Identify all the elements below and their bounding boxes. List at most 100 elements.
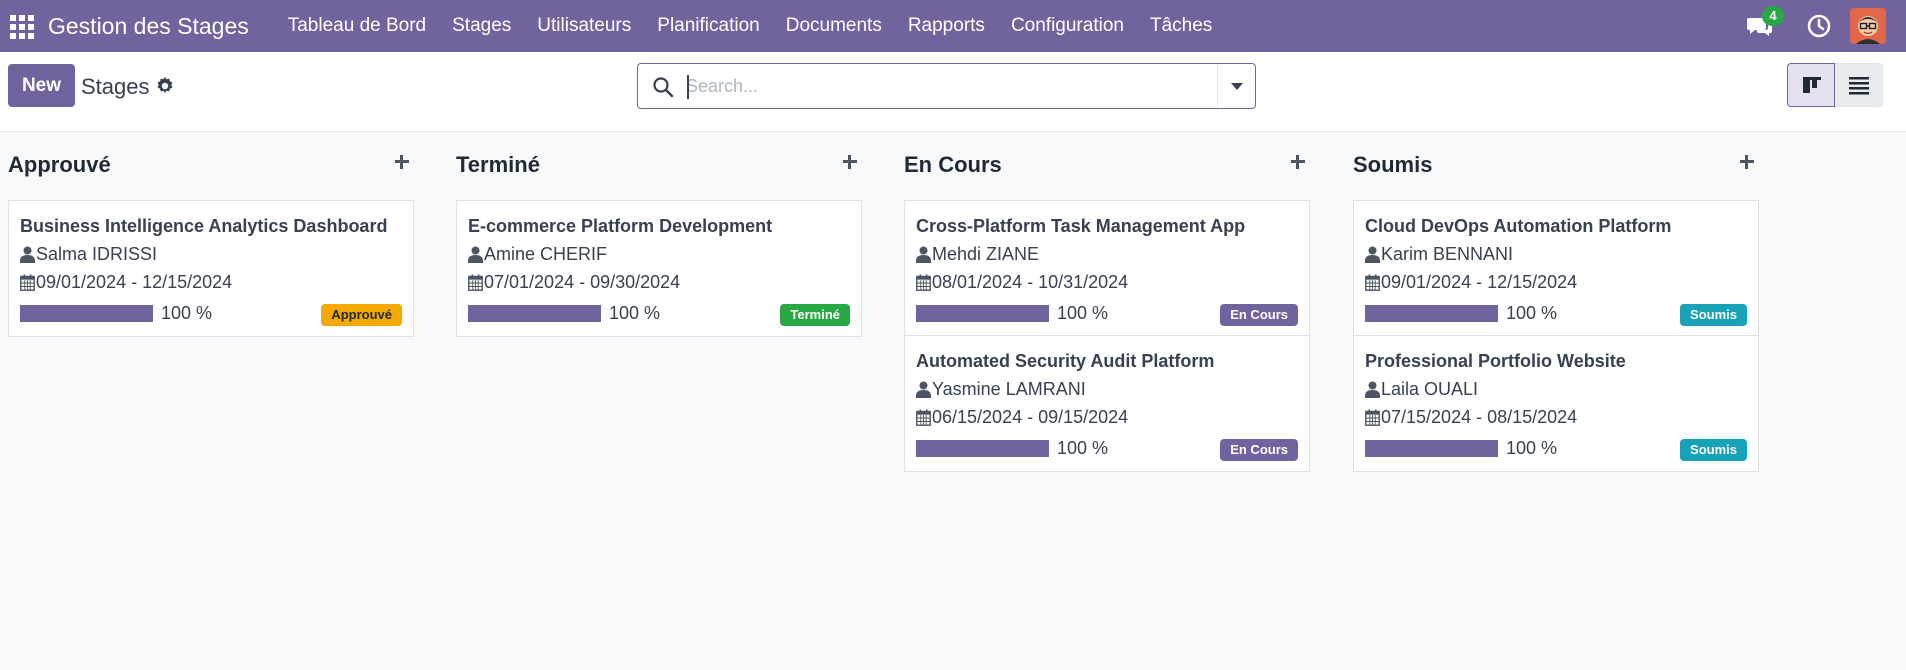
card-title: Professional Portfolio Website	[1365, 351, 1626, 371]
card-dates: 08/01/2024 - 10/31/2024	[916, 272, 1128, 293]
list-view-button[interactable]	[1835, 63, 1883, 107]
card-date-range: 08/01/2024 - 10/31/2024	[932, 272, 1129, 292]
progress-bar: 100 %	[1365, 438, 1557, 459]
menu-item-stages[interactable]: Stages	[439, 15, 524, 37]
search-input[interactable]	[686, 72, 1186, 100]
user-avatar[interactable]	[1850, 8, 1886, 44]
user-icon	[468, 246, 483, 263]
kanban-view-button[interactable]	[1787, 63, 1835, 107]
column-title: Terminé	[456, 152, 540, 177]
calendar-icon	[916, 274, 931, 291]
status-badge: Approuvé	[321, 304, 402, 326]
kanban-board: Approuvé Business Intelligence Analytics…	[0, 132, 1906, 670]
menu-item-documents[interactable]: Documents	[773, 15, 895, 37]
clock-icon[interactable]	[1806, 13, 1832, 39]
card-title: Business Intelligence Analytics Dashboar…	[20, 216, 388, 236]
progress-label: 100 %	[1506, 303, 1558, 323]
control-panel: New Stages	[0, 52, 1906, 132]
navbar-right: 4	[1746, 0, 1906, 52]
kanban-card[interactable]: Cloud DevOps Automation Platform Karim B…	[1354, 201, 1758, 336]
progress-bar: 100 %	[1365, 303, 1557, 324]
column-cards: Business Intelligence Analytics Dashboar…	[8, 200, 414, 337]
calendar-icon	[916, 409, 931, 426]
menu-item-taches[interactable]: Tâches	[1137, 15, 1225, 37]
card-user-name: Mehdi ZIANE	[932, 244, 1040, 264]
card-user-name: Karim BENNANI	[1381, 244, 1514, 264]
chat-count-badge: 4	[1762, 6, 1784, 26]
progress-label: 100 %	[1057, 438, 1109, 458]
calendar-icon	[1365, 274, 1380, 291]
card-date-range: 07/15/2024 - 08/15/2024	[1381, 407, 1578, 427]
card-user-name: Yasmine LAMRANI	[932, 379, 1086, 399]
view-switcher	[1787, 63, 1883, 107]
card-user-name: Amine CHERIF	[484, 244, 608, 264]
search-icon	[652, 76, 674, 98]
card-date-range: 07/01/2024 - 09/30/2024	[484, 272, 681, 292]
progress-bar: 100 %	[20, 303, 212, 324]
apps-grid-icon[interactable]	[8, 13, 34, 39]
column-cards: Cloud DevOps Automation Platform Karim B…	[1353, 200, 1759, 472]
add-card-icon[interactable]	[390, 150, 414, 174]
column-title: En Cours	[904, 152, 1002, 177]
progress-fill	[1365, 305, 1498, 322]
progress-fill	[916, 440, 1049, 457]
progress-fill	[20, 305, 153, 322]
kanban-card[interactable]: Professional Portfolio Website Laila OUA…	[1354, 336, 1758, 471]
card-user: Amine CHERIF	[468, 244, 607, 265]
app-brand[interactable]: Gestion des Stages	[48, 13, 249, 40]
page-title: Stages	[81, 74, 150, 99]
card-user: Salma IDRISSI	[20, 244, 157, 265]
kanban-card[interactable]: Automated Security Audit Platform Yasmin…	[905, 336, 1309, 471]
calendar-icon	[20, 274, 35, 291]
status-badge: Terminé	[780, 304, 850, 326]
search-box[interactable]	[637, 63, 1256, 109]
card-title: Automated Security Audit Platform	[916, 351, 1215, 371]
status-badge: En Cours	[1220, 439, 1298, 461]
progress-fill	[1365, 440, 1498, 457]
menu-item-planification[interactable]: Planification	[644, 15, 772, 37]
add-card-icon[interactable]	[1286, 150, 1310, 174]
user-icon	[916, 246, 931, 263]
card-title: Cloud DevOps Automation Platform	[1365, 216, 1672, 236]
list-view-icon	[1849, 77, 1869, 95]
progress-label: 100 %	[609, 303, 661, 323]
progress-bar: 100 %	[916, 303, 1108, 324]
kanban-card[interactable]: Cross-Platform Task Management App Mehdi…	[905, 201, 1309, 336]
progress-label: 100 %	[1506, 438, 1558, 458]
kanban-card[interactable]: Business Intelligence Analytics Dashboar…	[9, 201, 413, 336]
status-badge: Soumis	[1680, 439, 1747, 461]
card-dates: 07/15/2024 - 08/15/2024	[1365, 407, 1577, 428]
card-dates: 07/01/2024 - 09/30/2024	[468, 272, 680, 293]
column-cards: E-commerce Platform Development Amine CH…	[456, 200, 862, 337]
calendar-icon	[1365, 409, 1380, 426]
user-icon	[1365, 246, 1380, 263]
progress-bar: 100 %	[468, 303, 660, 324]
gear-icon[interactable]	[155, 76, 175, 96]
menu-item-rapports[interactable]: Rapports	[895, 15, 998, 37]
card-dates: 09/01/2024 - 12/15/2024	[1365, 272, 1577, 293]
status-badge: Soumis	[1680, 304, 1747, 326]
search-options-dropdown[interactable]	[1217, 64, 1255, 108]
card-user: Laila OUALI	[1365, 379, 1478, 400]
card-user-name: Salma IDRISSI	[36, 244, 158, 264]
card-user: Mehdi ZIANE	[916, 244, 1039, 265]
menu-item-configuration[interactable]: Configuration	[998, 15, 1137, 37]
chat-icon[interactable]: 4	[1746, 6, 1784, 38]
menu-item-tableau-de-bord[interactable]: Tableau de Bord	[275, 15, 439, 37]
kanban-card[interactable]: E-commerce Platform Development Amine CH…	[457, 201, 861, 336]
card-date-range: 09/01/2024 - 12/15/2024	[1381, 272, 1578, 292]
add-card-icon[interactable]	[838, 150, 862, 174]
progress-label: 100 %	[1057, 303, 1109, 323]
add-card-icon[interactable]	[1735, 150, 1759, 174]
calendar-icon	[468, 274, 483, 291]
progress-fill	[468, 305, 601, 322]
column-cards: Cross-Platform Task Management App Mehdi…	[904, 200, 1310, 472]
user-icon	[916, 381, 931, 398]
new-button[interactable]: New	[8, 64, 75, 107]
card-user: Yasmine LAMRANI	[916, 379, 1086, 400]
status-badge: En Cours	[1220, 304, 1298, 326]
card-date-range: 09/01/2024 - 12/15/2024	[36, 272, 233, 292]
user-icon	[1365, 381, 1380, 398]
main-menu: Tableau de Bord Stages Utilisateurs Plan…	[275, 15, 1226, 37]
menu-item-utilisateurs[interactable]: Utilisateurs	[524, 15, 644, 37]
